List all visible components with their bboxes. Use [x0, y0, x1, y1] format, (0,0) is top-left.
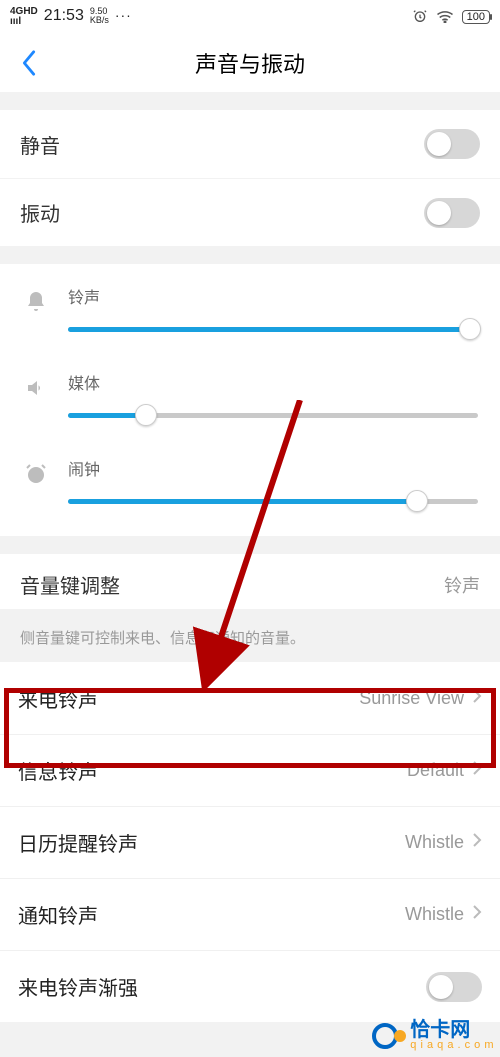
alarm-slider[interactable] [68, 490, 478, 514]
vibrate-switch[interactable] [424, 198, 480, 228]
mute-row[interactable]: 静音 [0, 110, 500, 178]
incoming-ringtone-label: 来电铃声 [18, 684, 98, 713]
notify-ringtone-row[interactable]: 通知铃声 Whistle [0, 878, 500, 950]
toggle-panel: 静音 振动 [0, 110, 500, 246]
message-ringtone-value: Default [407, 760, 464, 781]
wifi-icon [436, 9, 454, 26]
alarm-icon [412, 8, 428, 27]
volume-key-row[interactable]: 音量键调整 铃声 [0, 554, 500, 609]
back-button[interactable] [14, 48, 44, 78]
page-title: 声音与振动 [195, 47, 305, 79]
crescendo-label: 来电铃声渐强 [18, 972, 138, 1001]
crescendo-row[interactable]: 来电铃声渐强 [0, 950, 500, 1022]
media-slider-row: 媒体 [0, 360, 500, 446]
signal-icon: 4GHDıııl [10, 7, 38, 27]
alarm-slider-row: 闹钟 [0, 446, 500, 532]
more-icon: ··· [115, 7, 132, 23]
alarm-slider-label: 闹钟 [68, 456, 478, 480]
battery-icon: 100 [462, 10, 490, 24]
page-header: 声音与振动 [0, 34, 500, 92]
mute-switch[interactable] [424, 129, 480, 159]
mute-label: 静音 [20, 130, 60, 159]
volume-key-desc: 侧音量键可控制来电、信息和通知的音量。 [0, 609, 500, 662]
bell-icon [22, 290, 50, 314]
volume-key-label: 音量键调整 [20, 570, 120, 599]
vibrate-row[interactable]: 振动 [0, 178, 500, 246]
chevron-right-icon [472, 760, 482, 781]
chevron-right-icon [472, 832, 482, 853]
ringtone-slider[interactable] [68, 318, 478, 342]
notify-ringtone-value: Whistle [405, 904, 464, 925]
message-ringtone-label: 信息铃声 [18, 756, 98, 785]
volume-panel: 铃声 媒体 闹钟 [0, 264, 500, 536]
speaker-icon [22, 376, 50, 400]
watermark: 恰卡网 q i a q a . c o m [372, 1020, 494, 1051]
incoming-ringtone-value: Sunrise View [359, 688, 464, 709]
calendar-ringtone-label: 日历提醒铃声 [18, 828, 138, 857]
calendar-ringtone-row[interactable]: 日历提醒铃声 Whistle [0, 806, 500, 878]
calendar-ringtone-value: Whistle [405, 832, 464, 853]
clock-icon [22, 462, 50, 486]
chevron-right-icon [472, 688, 482, 709]
notify-ringtone-label: 通知铃声 [18, 900, 98, 929]
ringtone-slider-row: 铃声 [0, 274, 500, 360]
status-time: 21:53 [44, 7, 84, 25]
media-slider-label: 媒体 [68, 370, 478, 394]
crescendo-switch[interactable] [426, 972, 482, 1002]
ringtone-panel: 来电铃声 Sunrise View 信息铃声 Default 日历提醒铃声 Wh… [0, 662, 500, 1022]
vibrate-label: 振动 [20, 198, 60, 227]
chevron-right-icon [472, 904, 482, 925]
ringtone-slider-label: 铃声 [68, 284, 478, 308]
volume-key-value: 铃声 [444, 572, 480, 598]
status-bar: 4GHDıııl 21:53 9.50KB/s ··· 100 [0, 0, 500, 34]
message-ringtone-row[interactable]: 信息铃声 Default [0, 734, 500, 806]
media-slider[interactable] [68, 404, 478, 428]
net-speed: 9.50KB/s [90, 7, 109, 25]
incoming-ringtone-row[interactable]: 来电铃声 Sunrise View [0, 662, 500, 734]
